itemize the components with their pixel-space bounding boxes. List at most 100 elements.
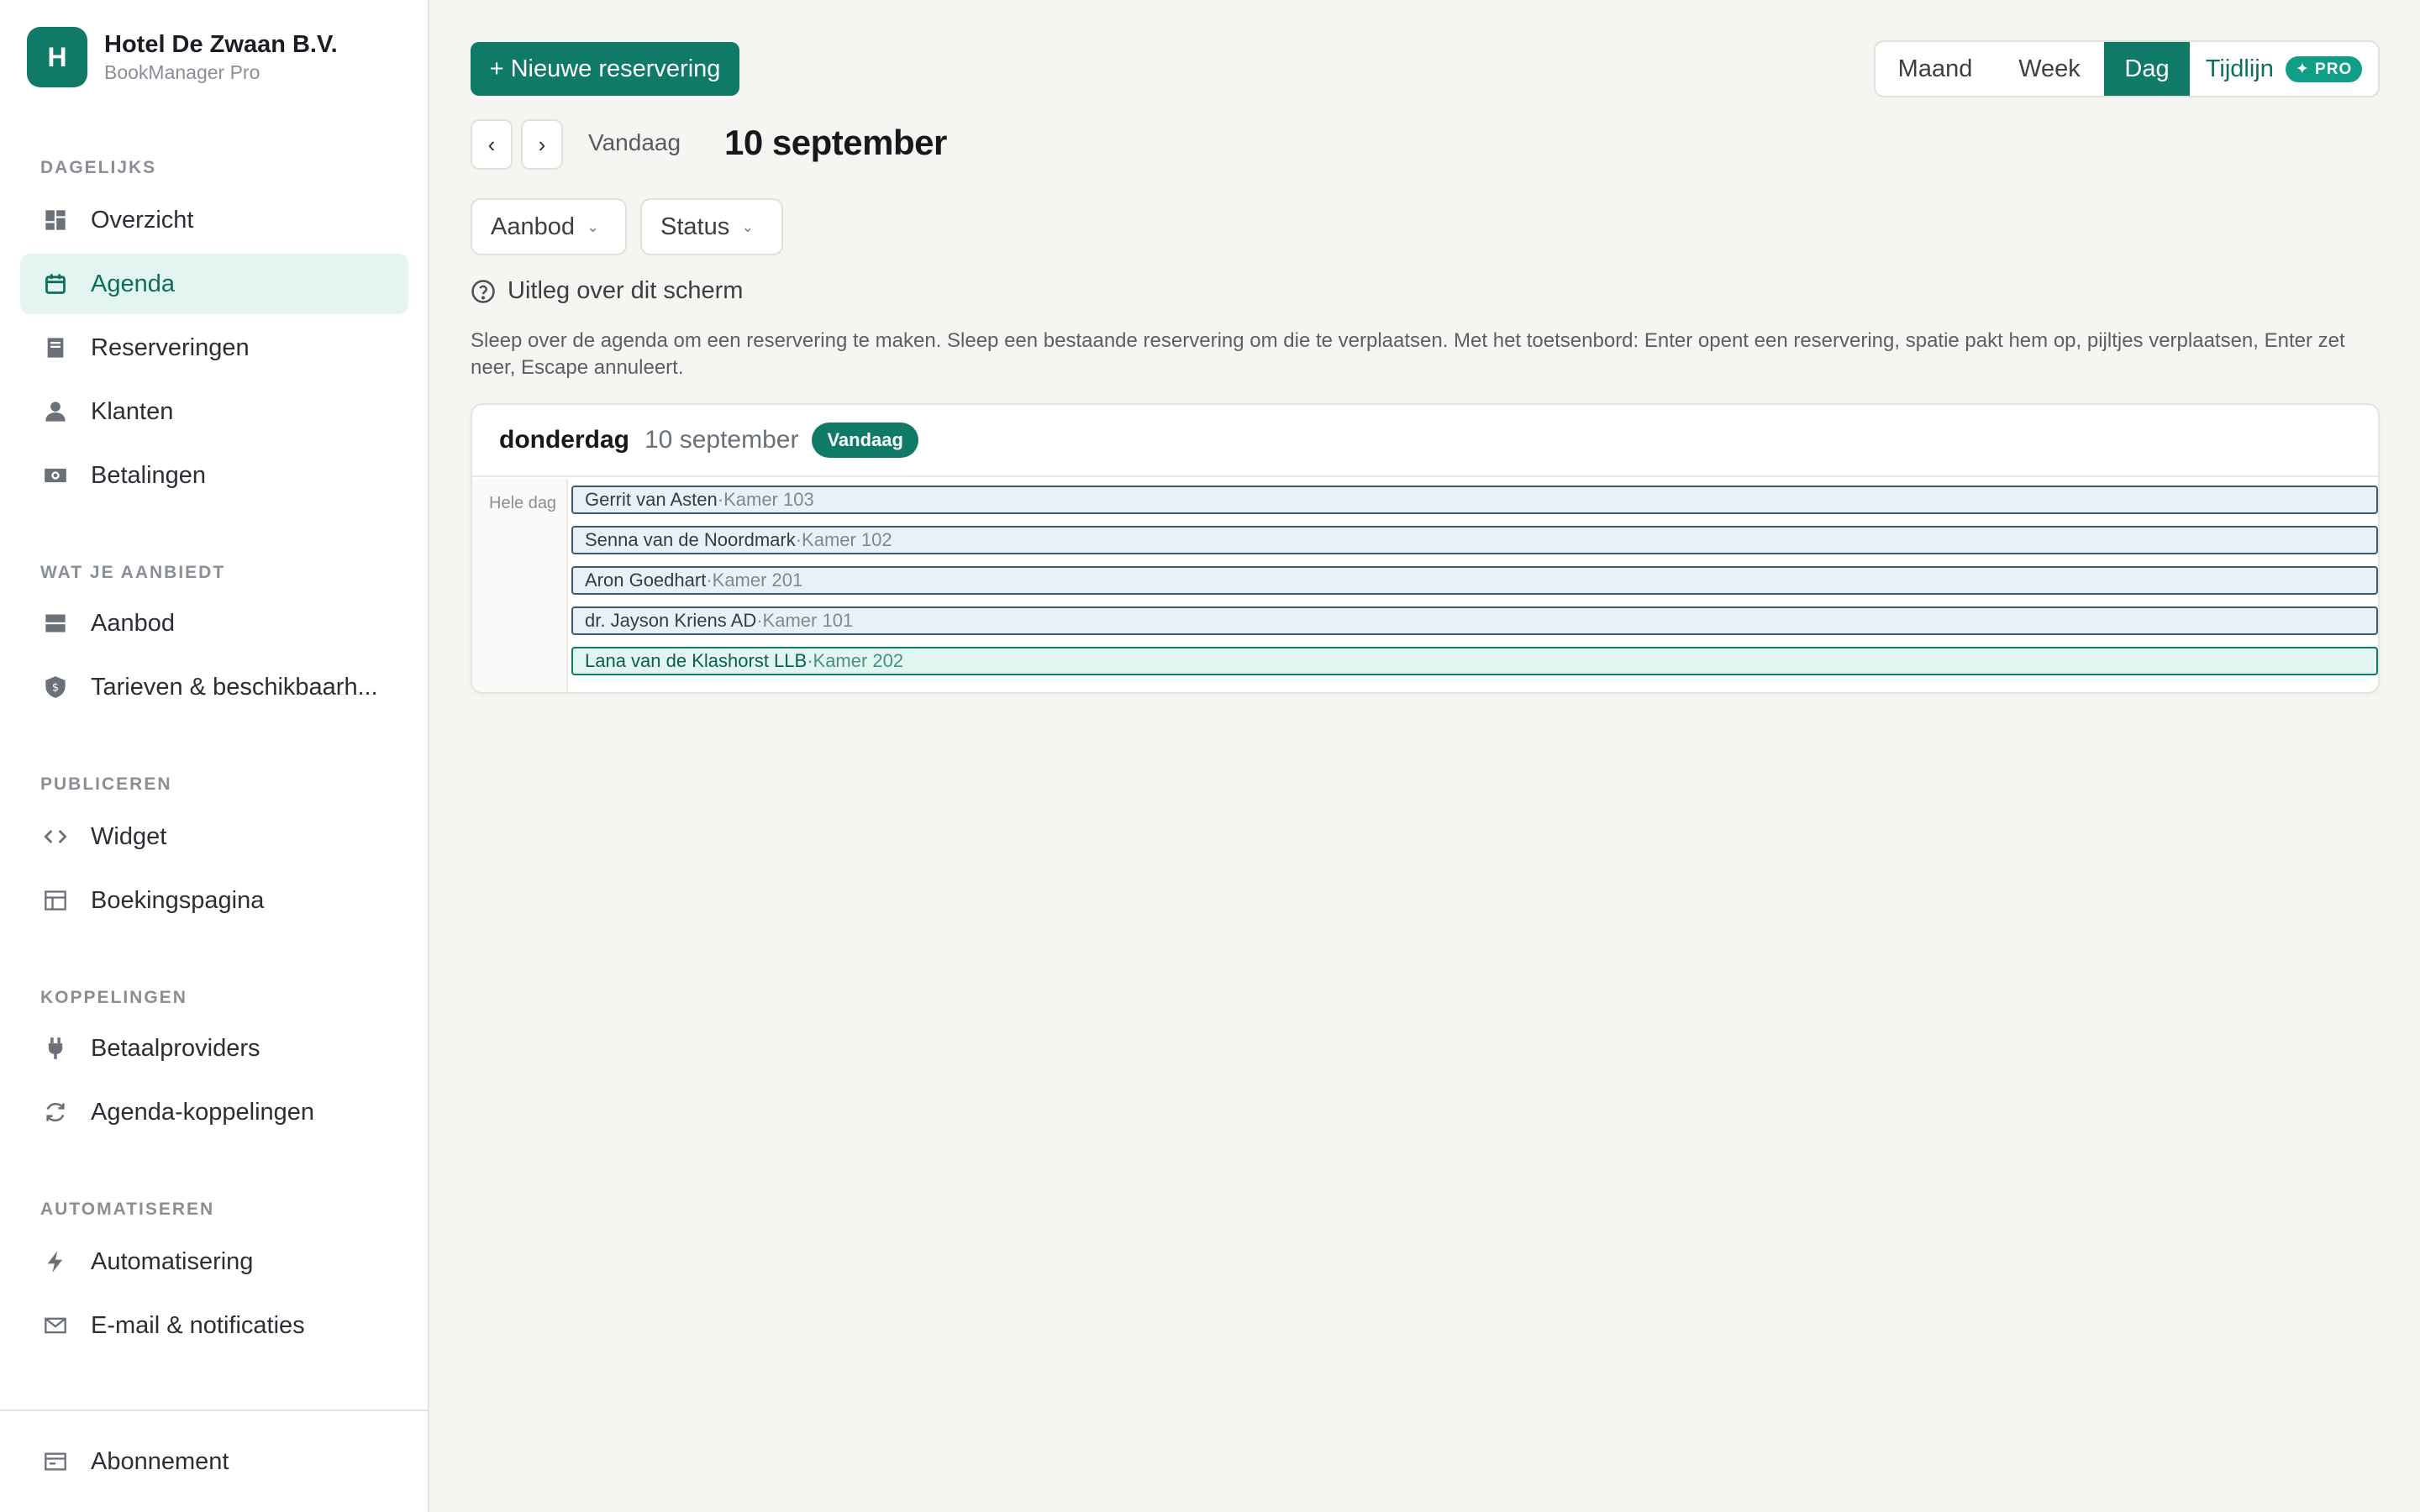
day-weekday: donderdag [499, 426, 629, 454]
sidebar-item-label: E-mail & notificaties [91, 1311, 305, 1339]
dashboard-icon [44, 208, 67, 232]
sidebar-item-boekingspagina[interactable]: Boekingspagina [20, 870, 408, 931]
sidebar-item-label: Widget [91, 822, 167, 850]
section-label-dagelijks: DAGELIJKS [40, 158, 157, 177]
event-guest: Lana van de Klashorst LLB [585, 650, 808, 671]
day-header: donderdag 10 september Vandaag [472, 405, 2378, 477]
reservation-event[interactable]: Senna van de Noordmark · Kamer 102 [571, 526, 2378, 554]
new-reservation-button[interactable]: + Nieuwe reservering [471, 42, 739, 96]
sidebar-item-tarieven[interactable]: $ Tarieven & beschikbaarh... [20, 657, 408, 717]
subscription-icon [44, 1450, 67, 1473]
pro-badge: ✦ PRO [2285, 55, 2363, 82]
section-label-aanbod: WAT JE AANBIEDT [40, 563, 226, 582]
event-guest: Senna van de Noordmark [585, 529, 796, 550]
help-description: Sleep over de agenda om een reservering … [471, 329, 2345, 379]
brand-text: Hotel De Zwaan B.V. BookManager Pro [104, 29, 338, 85]
event-separator: · [795, 529, 802, 550]
sidebar-item-label: Reserveringen [91, 333, 250, 361]
brand-name: Hotel De Zwaan B.V. [104, 31, 338, 58]
sidebar-item-email[interactable]: E-mail & notificaties [20, 1295, 408, 1356]
sidebar-item-reserveringen[interactable]: Reserveringen [20, 318, 408, 378]
offer-filter-dropdown[interactable]: Aanbod ⌄ [471, 198, 627, 255]
help-title: Uitleg over dit scherm [508, 277, 744, 304]
bolt-icon [44, 1250, 67, 1273]
sync-icon [44, 1100, 67, 1124]
event-separator: · [717, 489, 724, 510]
sidebar-item-label: Klanten [91, 397, 174, 425]
view-day-button[interactable]: Dag [2104, 42, 2190, 96]
mail-icon [44, 1314, 67, 1337]
reservation-event[interactable]: Aron Goedhart · Kamer 201 [571, 566, 2378, 595]
prev-day-button[interactable]: ‹ [471, 119, 513, 170]
event-separator: · [807, 650, 813, 671]
sidebar-item-aanbod[interactable]: Aanbod [20, 593, 408, 654]
svg-text:$: $ [52, 682, 59, 695]
sidebar-item-label: Automatisering [91, 1247, 254, 1275]
sidebar-item-label: Betalingen [91, 461, 207, 489]
event-separator: · [756, 610, 763, 631]
view-month-button[interactable]: Maand [1876, 42, 1995, 96]
brand-product: BookManager Pro [104, 61, 260, 83]
section-label-automatiseren: AUTOMATISEREN [40, 1200, 215, 1219]
help-toggle[interactable]: Uitleg over dit scherm [471, 277, 743, 305]
sidebar-item-label: Overzicht [91, 206, 194, 234]
allday-label: Hele dag [489, 494, 557, 512]
reservation-event[interactable]: Gerrit van Asten · Kamer 103 [571, 486, 2378, 514]
view-switcher: Maand Week Dag Tijdlijn ✦ PRO [1874, 40, 2380, 97]
sidebar-item-widget[interactable]: Widget [20, 806, 408, 867]
sidebar-item-betalingen[interactable]: Betalingen [20, 445, 408, 506]
day-calendar-panel[interactable]: donderdag 10 september Vandaag Hele dag … [471, 403, 2380, 694]
brand-logo: H [27, 27, 87, 87]
user-icon [44, 400, 67, 423]
status-filter-label: Status [660, 213, 730, 240]
sidebar-item-label: Aanbod [91, 609, 175, 637]
event-guest: Gerrit van Asten [585, 489, 718, 510]
sidebar-item-label: Boekingspagina [91, 886, 265, 914]
sidebar-item-abonnement[interactable]: Abonnement [20, 1431, 408, 1492]
offer-filter-label: Aanbod [491, 213, 575, 240]
sidebar-item-agenda-koppelingen[interactable]: Agenda-koppelingen [20, 1082, 408, 1142]
sidebar: H Hotel De Zwaan B.V. BookManager Pro DA… [0, 0, 429, 1512]
stack-icon [44, 612, 67, 635]
event-room: Kamer 103 [723, 489, 814, 510]
event-room: Kamer 201 [712, 570, 803, 591]
question-circle-icon [471, 279, 496, 304]
event-guest: dr. Jayson Kriens AD [585, 610, 757, 631]
next-day-button[interactable]: › [521, 119, 563, 170]
current-date-title: 10 september [724, 123, 947, 162]
sidebar-item-betaalproviders[interactable]: Betaalproviders [20, 1018, 408, 1079]
today-button[interactable]: Vandaag [588, 129, 681, 156]
section-label-publiceren: PUBLICEREN [40, 774, 172, 794]
chevron-down-icon: ⌄ [587, 218, 600, 235]
document-icon [44, 336, 67, 360]
sidebar-item-label: Agenda [91, 270, 175, 297]
today-badge: Vandaag [812, 423, 918, 458]
sidebar-item-klanten[interactable]: Klanten [20, 381, 408, 442]
brand[interactable]: H Hotel De Zwaan B.V. BookManager Pro [27, 25, 338, 89]
reservation-event-selected[interactable]: Lana van de Klashorst LLB · Kamer 202 [571, 647, 2378, 675]
sidebar-divider [0, 1410, 428, 1411]
calendar-icon [44, 272, 67, 296]
view-week-button[interactable]: Week [1995, 42, 2104, 96]
event-room: Kamer 202 [813, 650, 904, 671]
shield-icon: $ [44, 675, 67, 699]
day-date: 10 september [644, 426, 799, 454]
event-guest: Aron Goedhart [585, 570, 707, 591]
allday-column: Hele dag [472, 479, 568, 692]
sidebar-item-label: Betaalproviders [91, 1034, 260, 1062]
sidebar-item-overzicht[interactable]: Overzicht [20, 190, 408, 250]
section-label-koppelingen: KOPPELINGEN [40, 988, 187, 1007]
layout-icon [44, 889, 67, 912]
sidebar-item-label: Agenda-koppelingen [91, 1098, 315, 1126]
sidebar-item-automatisering[interactable]: Automatisering [20, 1231, 408, 1292]
sidebar-item-label: Abonnement [91, 1447, 229, 1475]
code-icon [44, 825, 67, 848]
status-filter-dropdown[interactable]: Status ⌄ [640, 198, 783, 255]
sidebar-item-label: Tarieven & beschikbaarh... [91, 673, 378, 701]
reservation-event[interactable]: dr. Jayson Kriens AD · Kamer 101 [571, 606, 2378, 635]
sidebar-item-agenda[interactable]: Agenda [20, 254, 408, 314]
chevron-down-icon: ⌄ [741, 218, 755, 235]
event-room: Kamer 101 [762, 610, 854, 631]
view-timeline-label: Tijdlijn [2205, 55, 2274, 82]
view-timeline-button[interactable]: Tijdlijn ✦ PRO [2190, 42, 2378, 96]
